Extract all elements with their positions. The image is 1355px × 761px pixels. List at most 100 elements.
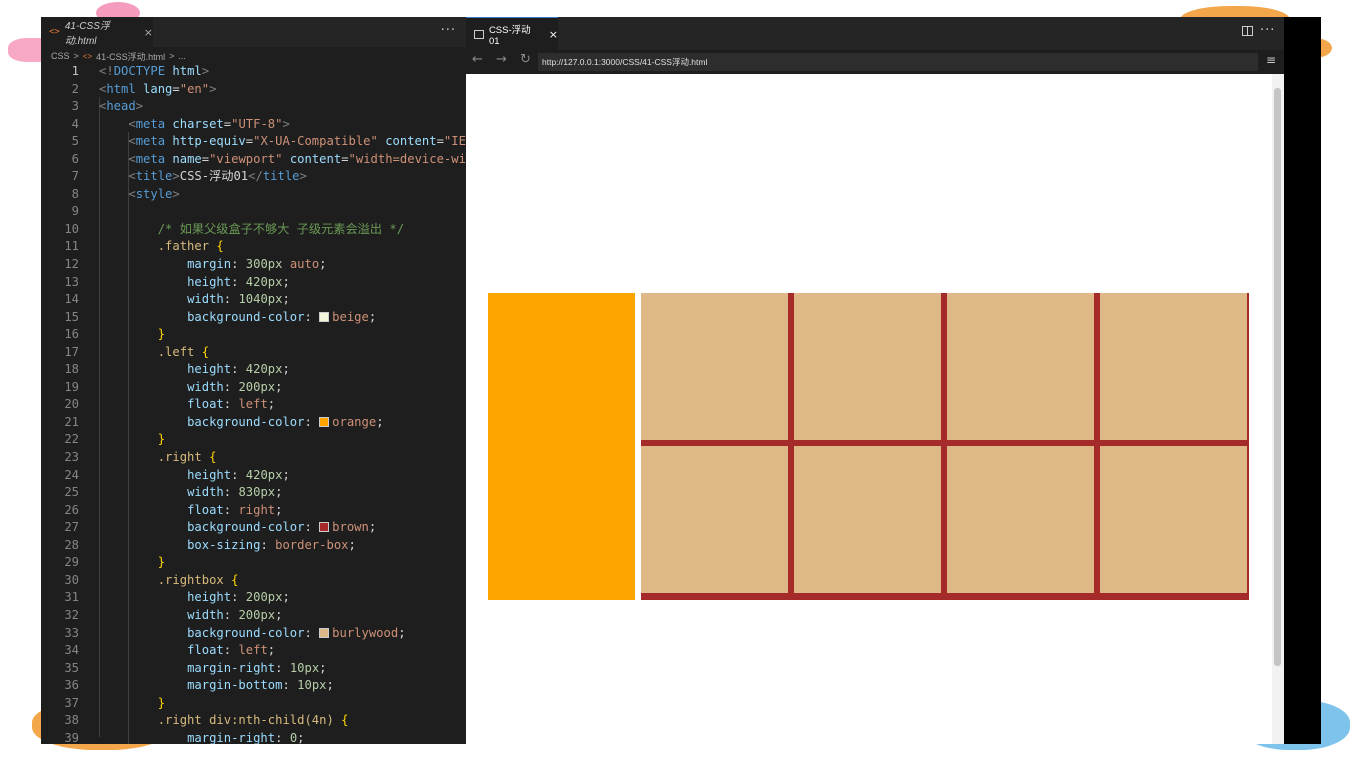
code-line[interactable]: 9 [41, 203, 466, 221]
editor-tab-label: 41-CSS浮动.html [64, 21, 110, 47]
code-line[interactable]: 24 height: 420px; [41, 467, 466, 485]
code-line[interactable]: 25 width: 830px; [41, 484, 466, 502]
close-icon[interactable]: × [549, 28, 558, 41]
line-number: 3 [71, 99, 79, 114]
code-text: height: 200px; [187, 590, 290, 605]
line-number: 28 [64, 537, 79, 552]
code-line[interactable]: 19 width: 200px; [41, 379, 466, 397]
line-number: 15 [64, 309, 79, 324]
code-line[interactable]: 39 margin-right: 0; [41, 730, 466, 744]
code-line[interactable]: 17 .left { [41, 344, 466, 362]
code-line[interactable]: 11 .father { [41, 238, 466, 256]
code-line[interactable]: 35 margin-right: 10px; [41, 660, 466, 678]
line-number: 10 [64, 221, 79, 236]
code-line[interactable]: 6 <meta name="viewport" content="width=d… [41, 151, 642, 169]
line-number: 32 [64, 607, 79, 622]
code-line[interactable]: 18 height: 420px; [41, 361, 466, 379]
code-line[interactable]: 13 height: 420px; [41, 274, 466, 292]
line-number: 21 [64, 414, 79, 429]
color-swatch[interactable] [319, 311, 330, 322]
chevron-right-icon: > [73, 51, 79, 61]
line-number: 4 [71, 116, 79, 131]
code-line[interactable]: 30 .rightbox { [41, 572, 466, 590]
color-swatch[interactable] [319, 416, 330, 427]
code-line[interactable]: 37 } [41, 695, 466, 713]
code-line[interactable]: 38 .right div:nth-child(4n) { [41, 712, 466, 730]
breadcrumb-symbol[interactable]: ... [178, 51, 186, 61]
code-line[interactable]: 29 } [41, 554, 466, 572]
rightbox [794, 293, 941, 440]
rightbox [641, 293, 788, 440]
code-line[interactable]: 23 .right { [41, 449, 466, 467]
code-line[interactable]: 4 <meta charset="UTF-8"> [41, 116, 466, 134]
code-line[interactable]: 31 height: 200px; [41, 589, 466, 607]
line-number: 11 [64, 239, 79, 254]
code-text: width: 200px; [187, 607, 283, 622]
code-line[interactable]: 15 background-color: beige; [41, 309, 466, 327]
code-text: <title>CSS-浮动01</title> [128, 169, 307, 184]
forward-arrow-icon[interactable]: → [496, 52, 507, 67]
code-line[interactable]: 20 float: left; [41, 396, 466, 414]
html-file-icon: <> [49, 27, 60, 37]
reload-icon[interactable]: ↻ [520, 52, 531, 67]
scrollbar-thumb[interactable] [1274, 88, 1281, 666]
preview-tab[interactable]: CSS-浮动01 × [466, 17, 558, 50]
code-line[interactable]: 7 <title>CSS-浮动01</title> [41, 168, 466, 186]
code-text: margin-bottom: 10px; [187, 678, 334, 693]
breadcrumb-folder[interactable]: CSS [51, 51, 70, 61]
preview-tab-bar: CSS-浮动01 × ··· [466, 17, 1284, 50]
code-line[interactable]: 3 <head> [41, 98, 466, 116]
menu-icon[interactable]: ≡ [1266, 53, 1276, 67]
editor-tab-bar: <> 41-CSS浮动.html × ··· [41, 17, 466, 47]
code-text: <meta charset="UTF-8"> [128, 116, 290, 131]
code-text: margin-right: 0; [187, 730, 305, 744]
code-line[interactable]: 8 <style> [41, 186, 466, 204]
line-number: 31 [64, 590, 79, 605]
code-line[interactable]: 36 margin-bottom: 10px; [41, 677, 466, 695]
code-line[interactable]: 21 background-color: orange; [41, 414, 466, 432]
code-line[interactable]: 22 } [41, 431, 466, 449]
color-swatch[interactable] [319, 627, 330, 638]
color-swatch[interactable] [319, 522, 330, 533]
line-number: 5 [71, 134, 79, 149]
line-number: 39 [64, 730, 79, 744]
code-text: } [157, 555, 166, 570]
more-actions-icon[interactable]: ··· [1260, 23, 1275, 38]
back-arrow-icon[interactable]: ← [472, 52, 483, 67]
code-line[interactable]: 16 } [41, 326, 466, 344]
line-number: 24 [64, 467, 79, 482]
code-text: background-color: brown; [187, 520, 377, 535]
code-text: float: right; [187, 502, 283, 517]
rightbox [1100, 446, 1247, 593]
code-text: .rightbox { [157, 572, 239, 587]
code-line[interactable]: 12 margin: 300px auto; [41, 256, 466, 274]
preview-tab-label: CSS-浮动01 [488, 24, 531, 47]
line-number: 9 [71, 204, 79, 219]
split-editor-icon[interactable] [1242, 26, 1253, 36]
line-number: 14 [64, 292, 79, 307]
code-lines[interactable]: 1 <!DOCTYPE html> 2 <html lang="en"> 3 <head>… [41, 63, 642, 744]
editor-tab[interactable]: <> 41-CSS浮动.html × [41, 17, 153, 47]
line-number: 7 [71, 169, 79, 184]
code-line[interactable]: 14 width: 1040px; [41, 291, 466, 309]
breadcrumb-file[interactable]: 41-CSS浮动.html [96, 50, 165, 63]
code-line[interactable]: 26 float: right; [41, 502, 466, 520]
code-line[interactable]: 28 box-sizing: border-box; [41, 537, 466, 555]
code-line[interactable]: 32 width: 200px; [41, 607, 466, 625]
code-line[interactable]: 2 <html lang="en"> [41, 81, 466, 99]
code-line[interactable]: 1 <!DOCTYPE html> [41, 63, 466, 81]
black-border [1284, 17, 1321, 744]
line-number: 20 [64, 397, 79, 412]
code-line[interactable]: 10 /* 如果父级盒子不够大 子级元素会溢出 */ [41, 221, 466, 239]
code-text: } [157, 695, 166, 710]
line-number: 13 [64, 274, 79, 289]
close-icon[interactable]: × [144, 26, 153, 39]
more-actions-icon[interactable]: ··· [441, 23, 456, 38]
code-line[interactable]: 34 float: left; [41, 642, 466, 660]
url-input[interactable]: http://127.0.0.1:3000/CSS/41-CSS浮动.html [538, 53, 1258, 71]
code-line[interactable]: 27 background-color: brown; [41, 519, 466, 537]
rightbox [1100, 293, 1247, 440]
code-text: height: 420px; [187, 467, 290, 482]
code-line[interactable]: 5 <meta http-equiv="X-UA-Compatible" con… [41, 133, 518, 151]
code-line[interactable]: 33 background-color: burlywood; [41, 625, 466, 643]
